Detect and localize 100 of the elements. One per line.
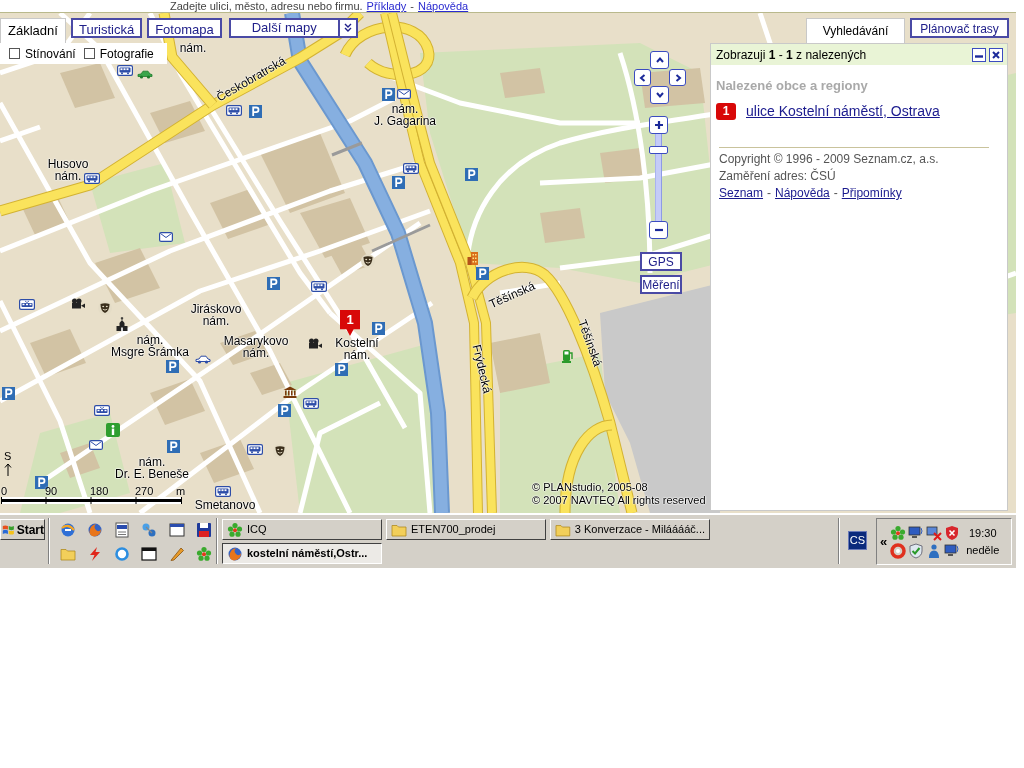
place-label: nám. Dr. E. Beneše xyxy=(115,456,189,480)
quick-launch-button[interactable] xyxy=(168,522,185,538)
checkbox-label[interactable]: Stínování xyxy=(25,44,76,63)
parking-icon xyxy=(166,360,179,373)
movie-camera-icon xyxy=(308,338,322,350)
pan-right-button[interactable] xyxy=(669,69,686,86)
tray-icon-button[interactable] xyxy=(926,524,943,541)
parking-icon xyxy=(476,267,489,280)
close-button[interactable] xyxy=(989,47,1003,62)
north-label: S xyxy=(4,451,12,462)
parking-icon xyxy=(382,88,395,101)
globe-icon xyxy=(227,545,243,562)
tray-icon-button[interactable] xyxy=(890,524,907,541)
source-text: Zaměření adres: ČSÚ xyxy=(719,168,837,185)
link-separator: - xyxy=(767,185,772,202)
chevron-down-icon xyxy=(654,90,665,100)
tray-expand-button[interactable]: « xyxy=(877,531,891,552)
chevron-left-icon xyxy=(637,72,648,83)
parking-icon xyxy=(167,440,180,453)
globe-icon xyxy=(87,522,104,538)
header-link[interactable]: Příklady xyxy=(366,0,407,12)
place-label: Kostelní nám. xyxy=(335,337,379,361)
plus-icon xyxy=(653,120,664,130)
street-label: Frýdecká xyxy=(470,343,494,395)
scale-label: m xyxy=(176,485,186,497)
map-type-tab[interactable]: Fotomapa xyxy=(147,18,222,38)
scale-label: 90 xyxy=(45,485,58,497)
tram-icon xyxy=(19,299,35,310)
car-icon xyxy=(137,70,153,79)
monitor-icon xyxy=(944,542,961,559)
movie-camera-icon xyxy=(71,298,85,310)
zoom-in-button[interactable] xyxy=(649,116,668,134)
parking-icon xyxy=(392,176,405,189)
folder-icon xyxy=(60,546,76,562)
tray-icon-button[interactable] xyxy=(908,524,925,541)
language-indicator[interactable]: CS xyxy=(848,531,867,550)
window-icon xyxy=(141,546,158,562)
network-error-icon xyxy=(926,524,943,541)
map-attribution: © PLANstudio, 2005-08 xyxy=(532,481,649,494)
network-icon xyxy=(141,522,158,538)
north-arrow-icon xyxy=(4,463,12,476)
chevron-up-icon xyxy=(654,55,665,65)
map-type-tab[interactable]: Turistická xyxy=(71,18,143,38)
checkbox[interactable] xyxy=(9,48,20,59)
pan-left-button[interactable] xyxy=(634,69,651,86)
panel-tab[interactable]: Plánovač trasy xyxy=(910,18,1009,38)
flower-icon xyxy=(227,521,243,538)
pan-down-button[interactable] xyxy=(650,86,669,104)
document-icon xyxy=(114,522,131,538)
footer-link[interactable]: Nápověda xyxy=(775,185,830,202)
checkbox-label[interactable]: Fotografie xyxy=(99,44,154,63)
shield-icon xyxy=(944,524,961,541)
fuel-pump-icon xyxy=(562,349,574,363)
quick-launch-button[interactable] xyxy=(114,522,131,538)
quick-launch-button[interactable] xyxy=(141,546,158,562)
minimize-button[interactable] xyxy=(972,47,986,62)
taskbar-task[interactable]: ICQ xyxy=(222,519,382,540)
pan-up-button[interactable] xyxy=(650,51,669,69)
zoom-slider-thumb[interactable] xyxy=(649,145,668,154)
footer-link[interactable]: Připomínky xyxy=(841,185,902,202)
section-heading: Nalezené obce a regiony xyxy=(716,78,869,94)
map-tool-button[interactable]: GPS xyxy=(640,252,682,271)
taskbar-task[interactable]: kostelní náměstí,Ostr... xyxy=(222,543,382,564)
search-hint: Zadejte ulici, město, adresu nebo firmu. xyxy=(170,0,363,12)
result-link[interactable]: ulice Kostelní náměstí, Ostrava xyxy=(746,103,940,120)
scale-bar-icon xyxy=(1,497,182,504)
taskbar-task[interactable]: 3 Konverzace - Milááááč... xyxy=(550,519,710,540)
place-label: Jiráskovo nám. xyxy=(190,303,242,327)
car-icon xyxy=(195,355,211,364)
tray-icon-button[interactable] xyxy=(944,542,961,559)
footer-link[interactable]: Seznam xyxy=(719,185,764,202)
bus-icon xyxy=(215,486,231,497)
place-label: Husovo nám. xyxy=(47,158,89,182)
scale-label: 0 xyxy=(1,485,8,497)
scale-label: 270 xyxy=(135,485,154,497)
scale-label: 180 xyxy=(90,485,109,497)
info-icon xyxy=(106,423,120,437)
header-link[interactable]: Nápověda xyxy=(418,0,469,12)
lifebuoy-icon xyxy=(890,542,907,559)
envelope-icon xyxy=(89,440,103,450)
start-button[interactable]: Start xyxy=(0,519,45,540)
window-icon xyxy=(168,522,185,538)
flower-icon xyxy=(890,524,907,541)
tray-icon-button[interactable] xyxy=(908,542,925,559)
results-summary: Zobrazuji 1 - 1 z nalezených xyxy=(716,46,868,64)
taskbar-task[interactable]: ETEN700_prodej xyxy=(386,519,546,540)
flag-logo-icon xyxy=(2,522,15,537)
zoom-out-button[interactable] xyxy=(649,221,668,239)
parking-icon xyxy=(465,168,478,181)
map-type-tab[interactable]: Základní xyxy=(0,18,66,43)
panel-tab[interactable]: Vyhledávání xyxy=(806,18,905,43)
map-tool-button[interactable]: Měření xyxy=(640,275,682,294)
tray-icon-button[interactable] xyxy=(944,524,961,541)
bus-icon xyxy=(247,444,263,455)
checkbox[interactable] xyxy=(83,48,95,59)
theatre-mask-icon xyxy=(98,301,112,315)
quick-launch-button[interactable] xyxy=(195,522,212,538)
flower-icon xyxy=(195,546,212,562)
map-type-dropdown[interactable]: Další mapy xyxy=(228,18,358,38)
tray-icon-button[interactable] xyxy=(890,542,907,559)
